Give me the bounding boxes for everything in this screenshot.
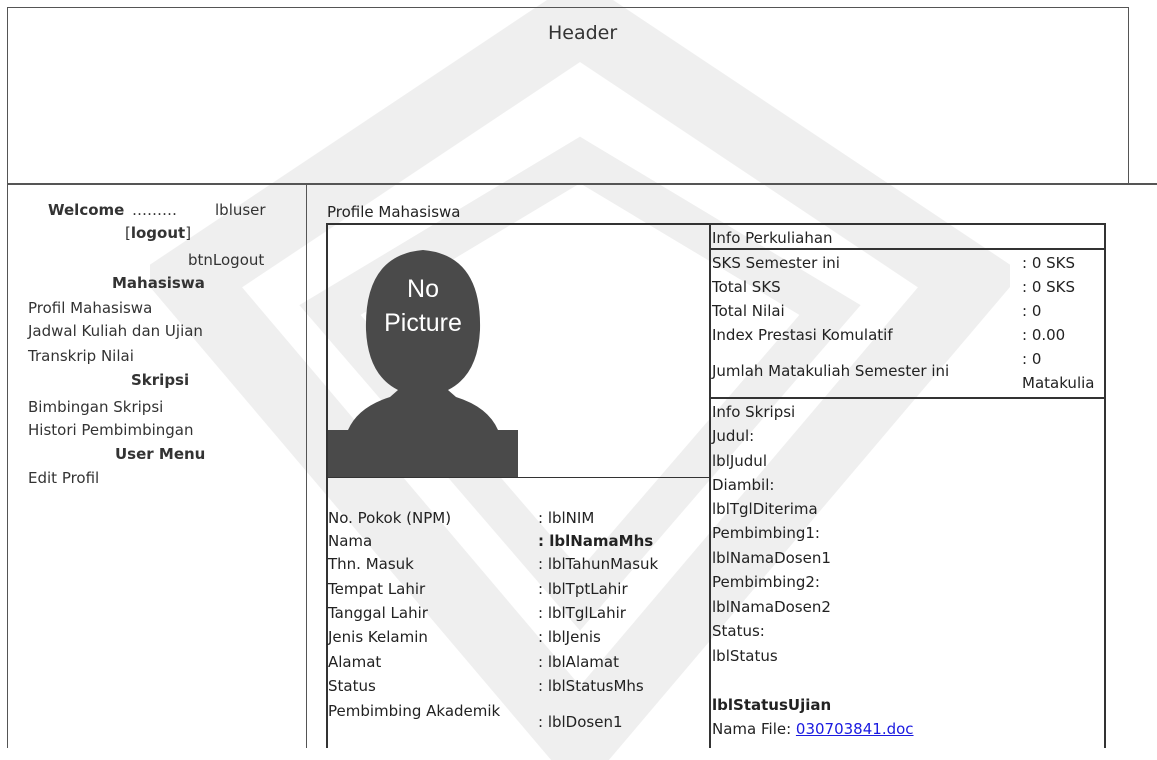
sks-semester-value: : 0 SKS xyxy=(1022,254,1076,272)
welcome-label: Welcome xyxy=(48,201,125,219)
profile-value-npm: : lblNIM xyxy=(538,509,595,527)
info-perkuliahan-title-divider xyxy=(709,248,1106,250)
sidebar-divider xyxy=(306,185,307,748)
profile-label-alamat: Alamat xyxy=(328,653,382,671)
skripsi-pembimbing1-value: lblNamaDosen1 xyxy=(712,549,831,567)
skripsi-diambil-label: Diambil: xyxy=(712,476,775,494)
page-title: Profile Mahasiswa xyxy=(327,203,461,221)
total-sks-value: : 0 SKS xyxy=(1022,278,1076,296)
profile-value-jenis-kelamin: : lblJenis xyxy=(538,628,601,646)
no-picture-photo xyxy=(328,250,518,477)
photo-divider xyxy=(326,477,711,478)
profile-label-pembimbing: Pembimbing Akademik xyxy=(328,702,501,720)
profile-value-nama: : lblNamaMhs xyxy=(538,532,654,550)
file-name-row: Nama File: 030703841.doc xyxy=(712,720,914,738)
skripsi-pembimbing1-label: Pembimbing1: xyxy=(712,524,820,542)
menu-profil-mahasiswa[interactable]: Profil Mahasiswa xyxy=(28,299,152,317)
total-nilai-label: Total Nilai xyxy=(712,302,785,320)
ipk-label: Index Prestasi Komulatif xyxy=(712,326,893,344)
profile-value-pembimbing: : lblDosen1 xyxy=(538,713,623,731)
welcome-dots: ……… xyxy=(132,201,177,219)
profile-value-tempat-lahir: : lblTptLahir xyxy=(538,580,628,598)
left-border xyxy=(7,185,8,748)
skripsi-judul-label: Judul: xyxy=(712,427,755,445)
logout-text[interactable]: logout xyxy=(131,224,185,242)
profile-label-nama: Nama xyxy=(328,532,373,550)
ipk-value: : 0.00 xyxy=(1022,326,1066,344)
skripsi-diambil-value: lblTglDiterima xyxy=(712,500,818,518)
info-perkuliahan-title: Info Perkuliahan xyxy=(712,229,833,247)
info-perkuliahan-bottom xyxy=(709,397,1106,399)
skripsi-status-label: Status: xyxy=(712,622,765,640)
file-download-link[interactable]: 030703841.doc xyxy=(796,720,914,738)
info-skripsi-title: Info Skripsi xyxy=(712,403,796,421)
profile-value-thn-masuk: : lblTahunMasuk xyxy=(538,555,659,573)
jumlah-matakuliah-label: Jumlah Matakuliah Semester ini xyxy=(712,362,950,380)
sks-semester-label: SKS Semester ini xyxy=(712,254,840,272)
logout-bracket-close: ] xyxy=(185,224,192,242)
section-user-menu-title: User Menu xyxy=(115,445,206,463)
section-skripsi-title: Skripsi xyxy=(131,371,190,389)
menu-edit-profil[interactable]: Edit Profil xyxy=(28,469,99,487)
jumlah-matakuliah-value-2: Matakulia xyxy=(1022,374,1095,392)
no-picture-line2: Picture xyxy=(384,309,462,337)
user-label: lbluser xyxy=(215,201,266,219)
total-sks-label: Total SKS xyxy=(712,278,781,296)
no-picture-line1: No xyxy=(407,275,439,303)
profile-value-tanggal-lahir: : lblTglLahir xyxy=(538,604,626,622)
profile-label-thn-masuk: Thn. Masuk xyxy=(328,555,414,573)
no-picture-text: No Picture xyxy=(328,272,518,340)
profile-label-status: Status xyxy=(328,677,376,695)
profile-label-npm: No. Pokok (NPM) xyxy=(328,509,452,527)
skripsi-judul-value: lblJudul xyxy=(712,452,767,470)
profile-value-alamat: : lblAlamat xyxy=(538,653,619,671)
section-mahasiswa-title: Mahasiswa xyxy=(112,274,205,292)
jumlah-matakuliah-value-1: : 0 xyxy=(1022,350,1042,368)
profile-box-right xyxy=(709,223,711,748)
status-ujian-label: lblStatusUjian xyxy=(712,696,832,714)
file-name-label: Nama File: xyxy=(712,720,792,738)
total-nilai-value: : 0 xyxy=(1022,302,1042,320)
profile-value-status: : lblStatusMhs xyxy=(538,677,644,695)
profile-label-jenis-kelamin: Jenis Kelamin xyxy=(328,628,428,646)
menu-jadwal-kuliah[interactable]: Jadwal Kuliah dan Ujian xyxy=(28,322,203,340)
info-skripsi-right xyxy=(1104,397,1106,748)
profile-label-tanggal-lahir: Tanggal Lahir xyxy=(328,604,428,622)
header-title: Header xyxy=(548,22,618,44)
logout-link[interactable]: [logout] xyxy=(125,224,191,242)
info-perkuliahan-top xyxy=(709,223,1106,225)
menu-transkrip-nilai[interactable]: Transkrip Nilai xyxy=(28,347,134,365)
skripsi-pembimbing2-value: lblNamaDosen2 xyxy=(712,598,831,616)
profile-label-tempat-lahir: Tempat Lahir xyxy=(328,580,426,598)
skripsi-status-value: lblStatus xyxy=(712,647,778,665)
menu-bimbingan-skripsi[interactable]: Bimbingan Skripsi xyxy=(28,398,163,416)
menu-histori-pembimbingan[interactable]: Histori Pembimbingan xyxy=(28,421,194,439)
header-divider xyxy=(7,183,1157,185)
logout-button[interactable]: btnLogout xyxy=(188,251,264,269)
skripsi-pembimbing2-label: Pembimbing2: xyxy=(712,573,820,591)
